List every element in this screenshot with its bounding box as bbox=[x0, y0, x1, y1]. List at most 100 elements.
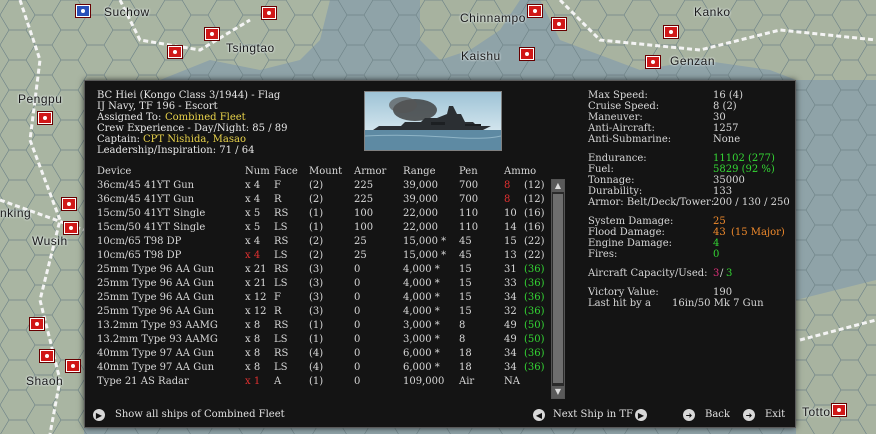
table-row[interactable]: 10cm/65 T98 DP x 4 LS (2) 25 15,000 * 45 13 (22) bbox=[97, 249, 557, 263]
device-num: x 4 bbox=[245, 194, 261, 205]
base-marker-icon[interactable] bbox=[664, 26, 678, 38]
device-face: A bbox=[274, 376, 282, 387]
base-marker-icon[interactable] bbox=[520, 48, 534, 60]
base-marker-icon[interactable] bbox=[76, 5, 90, 17]
device-pen: 15 bbox=[459, 264, 472, 275]
base-marker-icon[interactable] bbox=[552, 18, 566, 30]
device-mount: (4) bbox=[309, 348, 324, 359]
base-marker-icon[interactable] bbox=[262, 7, 276, 19]
base-marker-icon[interactable] bbox=[205, 28, 219, 40]
device-range: 6,000 * bbox=[403, 362, 440, 373]
table-row[interactable]: Type 21 AS Radar x 1 A (1) 0 109,000 Air NA bbox=[97, 375, 557, 389]
base-marker-icon[interactable] bbox=[40, 350, 54, 362]
exit-button[interactable]: ➜ Exit bbox=[743, 409, 785, 421]
table-row[interactable]: 25mm Type 96 AA Gun x 21 LS (3) 0 4,000 * 15 33… bbox=[97, 277, 557, 291]
base-marker-icon[interactable] bbox=[168, 46, 182, 58]
table-row[interactable]: 40mm Type 97 AA Gun x 8 LS (4) 0 6,000 * 18 34 (… bbox=[97, 361, 557, 375]
table-row[interactable]: 15cm/50 41YT Single x 5 LS (1) 100 22,000 110 1… bbox=[97, 221, 557, 235]
anti-aircraft-label: Anti-Aircraft: bbox=[588, 123, 655, 134]
system-damage-label: System Damage: bbox=[588, 216, 674, 227]
device-range: 15,000 * bbox=[403, 250, 447, 261]
table-row[interactable]: 25mm Type 96 AA Gun x 12 F (3) 0 4,000 * 15 34 (… bbox=[97, 291, 557, 305]
device-armor: 100 bbox=[354, 222, 374, 233]
base-marker-icon[interactable] bbox=[64, 222, 78, 234]
table-row[interactable]: 13.2mm Type 93 AAMG x 8 RS (1) 0 3,000 * 8 49 (5… bbox=[97, 319, 557, 333]
table-row[interactable]: 36cm/45 41YT Gun x 4 R (2) 225 39,000 700 8 (12) bbox=[97, 193, 557, 207]
device-num: x 5 bbox=[245, 208, 261, 219]
captain-value[interactable]: CPT Nishida, Masao bbox=[143, 134, 246, 145]
device-num: x 4 bbox=[245, 250, 261, 261]
table-row[interactable]: 25mm Type 96 AA Gun x 12 R (3) 0 4,000 * 15 32 (… bbox=[97, 305, 557, 319]
maneuver-label: Maneuver: bbox=[588, 112, 643, 123]
device-armor: 0 bbox=[354, 306, 361, 317]
device-num: x 21 bbox=[245, 278, 267, 289]
map-label-kanko: Kanko bbox=[694, 5, 731, 19]
device-scrollbar[interactable]: ▲ ▼ bbox=[551, 179, 565, 399]
show-all-ships-button[interactable]: ▶ Show all ships of Combined Fleet bbox=[93, 409, 285, 421]
scroll-up-icon[interactable]: ▲ bbox=[552, 180, 564, 192]
map-label-wusih: Wusih bbox=[32, 234, 68, 248]
device-pen: 18 bbox=[459, 348, 472, 359]
device-range: 3,000 * bbox=[403, 320, 440, 331]
arrow-left-icon: ◀ bbox=[533, 409, 545, 421]
map-label-tsingtao: Tsingtao bbox=[226, 41, 275, 55]
device-ammo: 33 bbox=[504, 278, 517, 289]
device-mount: (3) bbox=[309, 264, 324, 275]
device-name: 36cm/45 41YT Gun bbox=[97, 180, 195, 191]
fires-label: Fires: bbox=[588, 249, 618, 260]
device-range: 15,000 * bbox=[403, 236, 447, 247]
device-num: x 8 bbox=[245, 334, 261, 345]
base-marker-icon[interactable] bbox=[66, 360, 80, 372]
device-name: 36cm/45 41YT Gun bbox=[97, 194, 195, 205]
aircraft-capacity-label: Aircraft Capacity/Used: bbox=[588, 268, 708, 279]
table-row[interactable]: 40mm Type 97 AA Gun x 8 RS (4) 0 6,000 * 18 34 (… bbox=[97, 347, 557, 361]
base-marker-icon[interactable] bbox=[62, 198, 76, 210]
device-ammo: 34 bbox=[504, 292, 517, 303]
endurance-value: 11102 (277) bbox=[713, 153, 775, 164]
next-ship-button[interactable]: ▶ bbox=[635, 409, 647, 421]
device-ammo-max: (36) bbox=[524, 362, 545, 373]
base-marker-icon[interactable] bbox=[646, 56, 660, 68]
base-marker-icon[interactable] bbox=[528, 5, 542, 17]
assigned-label: Assigned To: bbox=[97, 112, 162, 123]
device-pen: 45 bbox=[459, 250, 472, 261]
back-button[interactable]: ➜ Back bbox=[683, 409, 730, 421]
device-mount: (1) bbox=[309, 208, 324, 219]
device-face: F bbox=[274, 292, 281, 303]
table-row[interactable]: 13.2mm Type 93 AAMG x 8 LS (1) 0 3,000 * 8 49 (5… bbox=[97, 333, 557, 347]
ship-stats: Max Speed: 16 (4) Cruise Speed: 8 (2) Mane… bbox=[588, 90, 790, 309]
device-range: 22,000 bbox=[403, 222, 438, 233]
device-ammo-max: (36) bbox=[524, 278, 545, 289]
exit-label: Exit bbox=[765, 409, 786, 420]
map-label-chinnampo: Chinnampo bbox=[460, 11, 526, 25]
assigned-value[interactable]: Combined Fleet bbox=[165, 112, 246, 123]
map-label-suchow: Suchow bbox=[104, 5, 150, 19]
device-mount: (1) bbox=[309, 222, 324, 233]
table-row[interactable]: 25mm Type 96 AA Gun x 21 RS (3) 0 4,000 * 15 31… bbox=[97, 263, 557, 277]
device-ammo: 49 bbox=[504, 320, 517, 331]
armor-label: Armor: Belt/Deck/Tower: bbox=[588, 197, 715, 208]
next-ship-label: Next Ship in TF bbox=[553, 409, 633, 420]
device-rows: 36cm/45 41YT Gun x 4 F (2) 225 39,000 700 8 (12)… bbox=[97, 179, 557, 389]
device-range: 22,000 bbox=[403, 208, 438, 219]
base-marker-icon[interactable] bbox=[832, 404, 846, 416]
device-armor: 0 bbox=[354, 348, 361, 359]
device-num: x 5 bbox=[245, 222, 261, 233]
device-ammo-max: (50) bbox=[524, 320, 545, 331]
scroll-down-icon[interactable]: ▼ bbox=[552, 386, 564, 398]
device-face: F bbox=[274, 180, 281, 191]
prev-ship-button[interactable]: ◀ bbox=[533, 409, 545, 421]
table-row[interactable]: 15cm/50 41YT Single x 5 RS (1) 100 22,000 110 1… bbox=[97, 207, 557, 221]
navy-tf: IJ Navy, TF 196 - Escort bbox=[97, 101, 218, 112]
last-hit-value: 16in/50 Mk 7 Gun bbox=[672, 298, 764, 309]
base-marker-icon[interactable] bbox=[38, 112, 52, 124]
device-num: x 4 bbox=[245, 236, 261, 247]
table-row[interactable]: 10cm/65 T98 DP x 4 RS (2) 25 15,000 * 45 15 (22) bbox=[97, 235, 557, 249]
device-pen: 110 bbox=[459, 222, 479, 233]
table-row[interactable]: 36cm/45 41YT Gun x 4 F (2) 225 39,000 700 8 (12) bbox=[97, 179, 557, 193]
base-marker-icon[interactable] bbox=[30, 318, 44, 330]
scroll-thumb[interactable] bbox=[553, 194, 563, 383]
device-armor: 25 bbox=[354, 236, 367, 247]
col-mount: Mount bbox=[309, 166, 343, 177]
device-name: Type 21 AS Radar bbox=[97, 376, 189, 387]
